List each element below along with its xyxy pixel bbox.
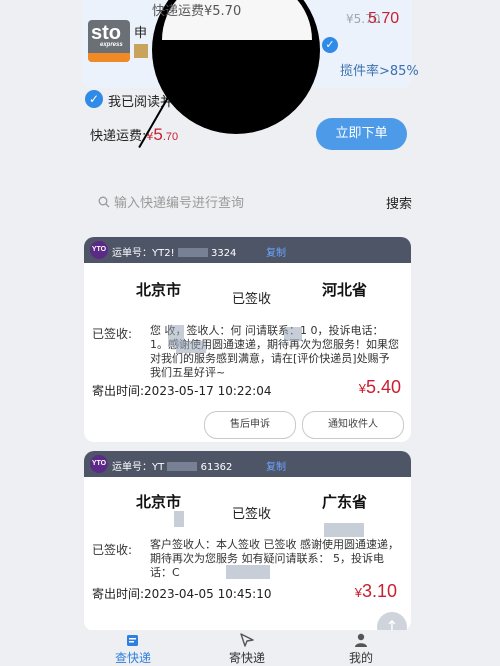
detail-label: 已签收: xyxy=(92,543,133,557)
place-order-button[interactable]: 立即下单 xyxy=(316,118,407,150)
shipment-card[interactable]: YTO 运单号：YT 61362 复制 北京市 已签收 广东省 已签收: 客户签… xyxy=(84,451,411,631)
courier-selected-check-icon[interactable]: ✓ xyxy=(322,37,338,53)
nav-track[interactable]: 查快递 xyxy=(98,630,168,665)
ship-time: 寄出时间:2023-05-17 10:22:04 xyxy=(92,384,272,398)
notify-recipient-button[interactable]: 通知收件人 xyxy=(302,411,404,439)
sto-express-logo: sto express xyxy=(88,20,130,62)
shipping-fee: 快递运费:¥5.70 xyxy=(90,125,179,144)
tracking-search-input[interactable] xyxy=(114,193,364,213)
waybill-number: 运单号：YT2! 3324 xyxy=(112,248,237,259)
delivery-status: 已签收 xyxy=(232,292,272,307)
shipment-card[interactable]: YTO 运单号：YT2! 3324 复制 北京市 已签收 河北省 已签收: 您 … xyxy=(84,237,411,442)
waybill-number: 运单号：YT 61362 xyxy=(112,462,233,473)
magnified-fee-text: 快递运费¥5.70 xyxy=(152,4,242,19)
courier-tag xyxy=(134,44,148,58)
delivery-status: 已签收 xyxy=(232,507,272,522)
from-city: 北京市 xyxy=(136,493,182,511)
pickup-rate: 揽件率>85% xyxy=(340,64,419,79)
user-icon xyxy=(355,633,367,647)
search-package-icon xyxy=(127,635,138,646)
shipment-price: ¥3.10 xyxy=(354,581,397,601)
yto-logo: YTO xyxy=(90,241,108,259)
search-icon xyxy=(98,196,110,208)
nav-profile[interactable]: 我的 xyxy=(326,630,396,665)
nav-send[interactable]: 寄快递 xyxy=(212,630,282,665)
agree-checkbox[interactable]: ✓ xyxy=(85,90,103,108)
yto-logo: YTO xyxy=(90,455,108,473)
courier-price: 5.70 xyxy=(368,10,400,27)
shipment-header: YTO 运单号：YT 61362 复制 xyxy=(84,451,411,477)
tracking-detail: 客户签收人：本人签收 已签收 感谢使用圆通速递，期待再次为您服务 如有疑问请联系… xyxy=(150,538,399,579)
shipment-header: YTO 运单号：YT2! 3324 复制 xyxy=(84,237,411,263)
shipment-price: ¥5.40 xyxy=(358,377,401,397)
send-arrow-icon xyxy=(240,633,254,647)
copy-waybill-button[interactable]: 复制 xyxy=(266,458,286,473)
courier-name: 申 xyxy=(134,26,148,41)
ship-time: 寄出时间:2023-04-05 10:45:10 xyxy=(92,587,272,601)
from-city: 北京市 xyxy=(136,281,182,299)
after-sales-appeal-button[interactable]: 售后申诉 xyxy=(204,411,296,439)
search-button[interactable]: 搜索 xyxy=(386,193,412,212)
detail-label: 已签收: xyxy=(92,327,133,341)
to-city: 广东省 xyxy=(322,493,368,511)
copy-waybill-button[interactable]: 复制 xyxy=(266,244,286,259)
bottom-nav: 查快递 寄快递 我的 xyxy=(0,630,500,665)
to-city: 河北省 xyxy=(322,281,368,299)
